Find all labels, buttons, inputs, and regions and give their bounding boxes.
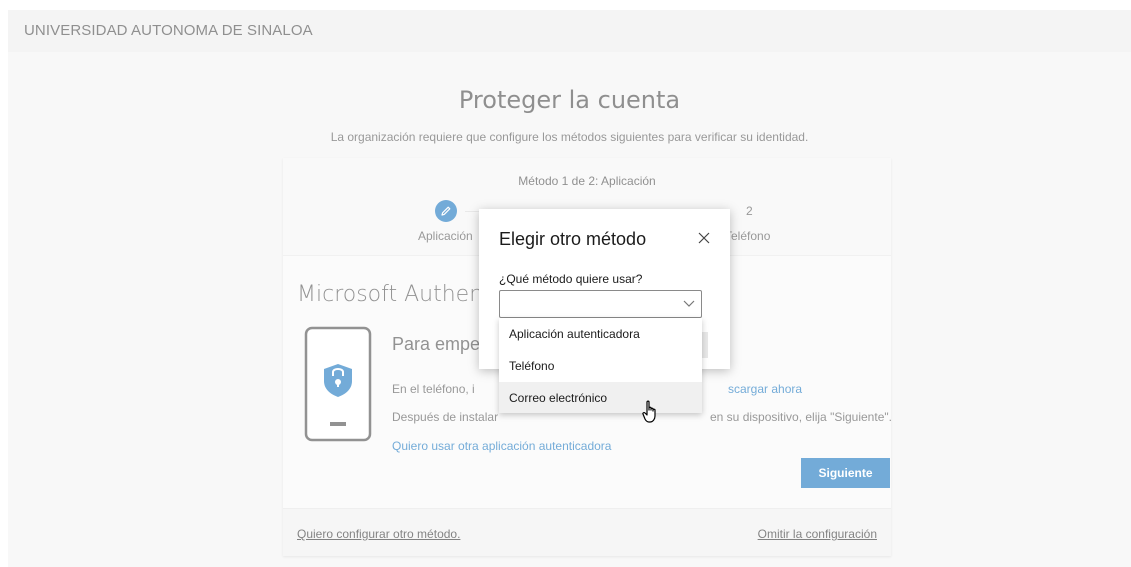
option-email[interactable]: Correo electrónico	[499, 382, 702, 413]
method-question-label: ¿Qué método quiere usar?	[499, 272, 643, 286]
option-authenticator-app[interactable]: Aplicación autenticadora	[499, 318, 702, 349]
option-phone[interactable]: Teléfono	[499, 350, 702, 381]
method-dropdown-list: Aplicación autenticadora Teléfono Correo…	[499, 318, 702, 413]
chevron-down-icon	[683, 300, 695, 307]
method-select[interactable]	[499, 290, 702, 318]
dialog-title: Elegir otro método	[499, 229, 647, 249]
close-icon[interactable]	[693, 227, 715, 249]
hand-cursor-icon	[642, 400, 656, 423]
